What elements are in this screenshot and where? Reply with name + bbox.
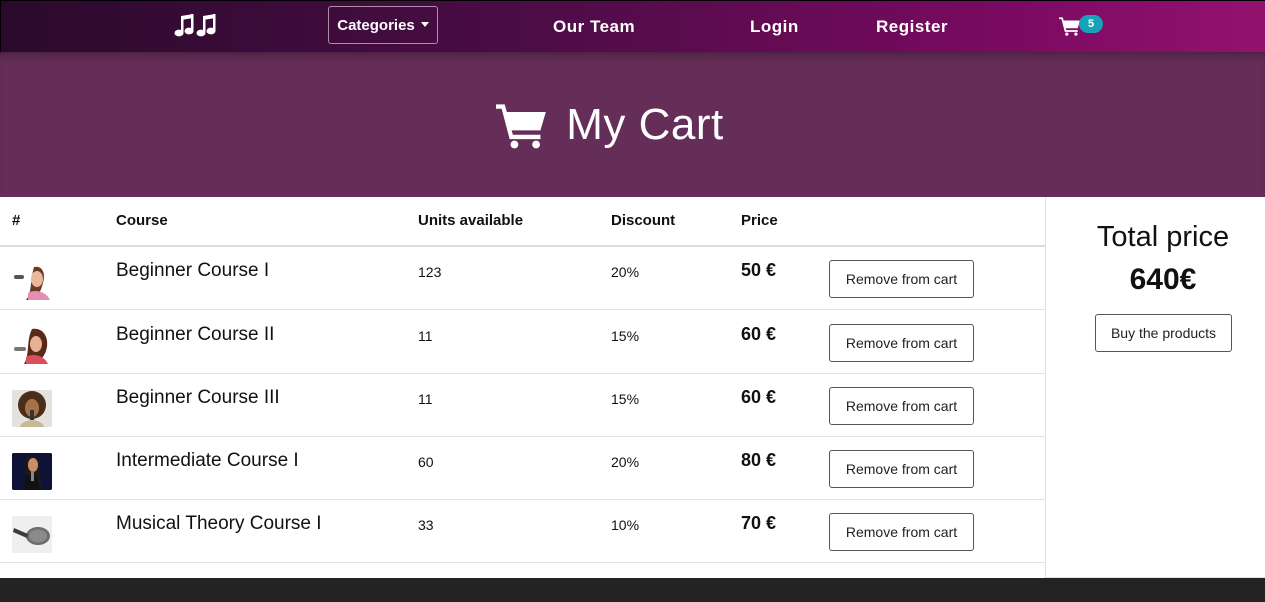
remove-from-cart-button[interactable]: Remove from cart — [829, 324, 974, 362]
total-price-label: Total price — [1096, 221, 1230, 253]
course-thumbnail — [12, 516, 52, 553]
table-row: Beginner Course I 123 20% 50 € Remove fr… — [0, 247, 1045, 310]
units-available: 11 — [418, 391, 433, 407]
column-header-price: Price — [741, 212, 778, 229]
buy-products-button[interactable]: Buy the products — [1095, 314, 1232, 352]
shopping-cart-icon — [1059, 17, 1080, 36]
price-value: 70 € — [741, 513, 777, 533]
price-value: 50 € — [741, 260, 777, 280]
units-available: 11 — [418, 328, 433, 344]
table-row: Intermediate Course I 60 20% 80 € Remove… — [0, 437, 1045, 500]
nav-link-register[interactable]: Register — [876, 17, 948, 37]
discount-value: 15% — [611, 391, 640, 407]
units-available: 123 — [418, 264, 442, 280]
column-header-discount: Discount — [611, 212, 676, 229]
course-name: Musical Theory Course I — [116, 513, 322, 534]
shopping-cart-icon — [496, 103, 547, 148]
price-value: 60 € — [741, 387, 777, 407]
remove-from-cart-button[interactable]: Remove from cart — [829, 260, 974, 298]
discount-value: 10% — [611, 517, 640, 533]
course-name: Beginner Course I — [116, 260, 270, 281]
price-value: 60 € — [741, 324, 777, 344]
cart-summary-panel: Total price 640€ Buy the products — [1045, 197, 1265, 578]
music-notes-icon[interactable] — [173, 13, 217, 39]
discount-value: 20% — [611, 454, 640, 470]
caret-down-icon — [420, 21, 429, 27]
course-name: Beginner Course III — [116, 387, 280, 408]
discount-value: 15% — [611, 328, 640, 344]
remove-from-cart-button[interactable]: Remove from cart — [829, 450, 974, 488]
nav-link-our-team[interactable]: Our Team — [553, 17, 635, 37]
page-title: My Cart — [0, 52, 1220, 197]
top-navbar: Categories Our Team Login Register 5 — [0, 0, 1265, 52]
table-row: Beginner Course II 11 15% 60 € Remove fr… — [0, 311, 1045, 374]
table-row: Musical Theory Course I 33 10% 70 € Remo… — [0, 500, 1045, 563]
course-thumbnail — [12, 327, 52, 364]
units-available: 33 — [418, 517, 434, 533]
course-thumbnail — [12, 453, 52, 490]
nav-cart-button[interactable]: 5 — [1059, 15, 1105, 40]
discount-value: 20% — [611, 264, 640, 280]
cart-count-badge: 5 — [1079, 15, 1103, 33]
column-header-course: Course — [116, 212, 168, 229]
nav-link-login[interactable]: Login — [750, 17, 799, 37]
categories-dropdown[interactable]: Categories — [328, 6, 438, 44]
column-header-units: Units available — [418, 212, 524, 229]
remove-from-cart-button[interactable]: Remove from cart — [829, 387, 974, 425]
course-name: Intermediate Course I — [116, 450, 299, 471]
course-thumbnail — [12, 263, 52, 300]
page-header: My Cart — [0, 52, 1265, 197]
page-footer — [0, 578, 1265, 602]
remove-from-cart-button[interactable]: Remove from cart — [829, 513, 974, 551]
page-title-text: My Cart — [566, 99, 724, 149]
categories-label: Categories — [337, 16, 415, 34]
course-thumbnail — [12, 390, 52, 427]
table-row: Beginner Course III 11 15% 60 € Remove f… — [0, 374, 1045, 437]
course-name: Beginner Course II — [116, 324, 275, 345]
total-price-value: 640€ — [1129, 263, 1197, 296]
column-header-number: # — [12, 212, 21, 229]
units-available: 60 — [418, 454, 434, 470]
price-value: 80 € — [741, 450, 777, 470]
